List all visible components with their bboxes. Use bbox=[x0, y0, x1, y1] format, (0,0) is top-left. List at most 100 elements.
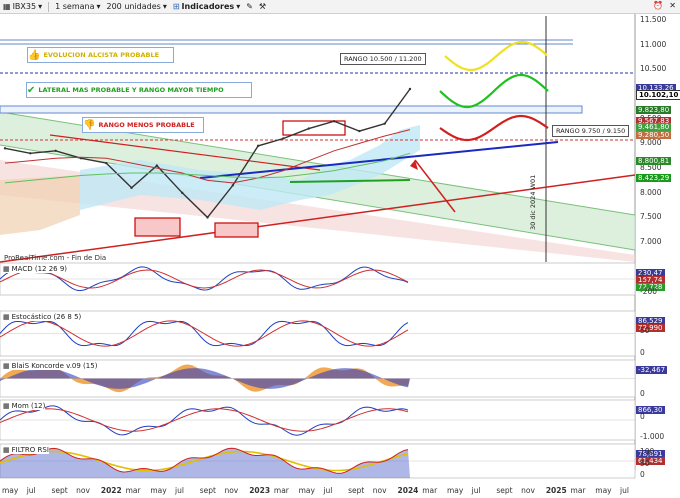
source-label: ProRealTime.com - Fin de Dia bbox=[4, 254, 106, 262]
indicator-tick-label: 50 bbox=[640, 458, 650, 468]
indicator-tick-label: 0 bbox=[640, 389, 645, 398]
annotation-lateral: ✔ LATERAL MAS PROBABLE Y RANGO MAYOR TIE… bbox=[26, 82, 252, 98]
time-tick-label: sept bbox=[199, 486, 216, 495]
grid-icon: ▦ bbox=[3, 313, 10, 321]
time-tick-label: mar bbox=[125, 486, 141, 495]
indicator-label[interactable]: ▦ Mom (12) bbox=[3, 402, 46, 410]
indicator-tick-label: 100 bbox=[640, 447, 655, 457]
time-tick-label: mar bbox=[422, 486, 438, 495]
time-tick-label: sept bbox=[51, 486, 68, 495]
indicator-tick-label: 50 bbox=[640, 325, 650, 335]
price-point bbox=[29, 152, 32, 155]
price-point bbox=[358, 129, 361, 133]
indicator-name: BlaiS Koncorde v.09 (15) bbox=[11, 362, 98, 370]
time-tick-label: jul bbox=[323, 486, 333, 495]
time-tick-label: sept bbox=[496, 486, 513, 495]
time-tick-label: 2023 bbox=[249, 486, 271, 495]
price-tick-label: 7.000 bbox=[640, 237, 662, 247]
support-box-2022b bbox=[214, 222, 259, 238]
rango-bajo-text: RANGO 9.750 / 9.150 bbox=[556, 127, 626, 135]
time-tick-label: may bbox=[595, 486, 612, 495]
annotation-alcista: 👍 EVOLUCION ALCISTA PROBABLE bbox=[27, 47, 174, 63]
time-tick-label: jul bbox=[620, 486, 629, 495]
price-tick-label: 11.000 bbox=[640, 39, 667, 49]
price-tick-label: 8.000 bbox=[640, 187, 662, 197]
time-tick-label: sept bbox=[348, 486, 365, 495]
price-point bbox=[54, 149, 57, 153]
indicator-label[interactable]: ▦ BlaiS Koncorde v.09 (15) bbox=[3, 362, 98, 370]
indicator-tick-label: -1.000 bbox=[640, 432, 665, 441]
grid-icon: ▦ bbox=[3, 362, 10, 370]
date-line-text: 30 dic 2024 W01 bbox=[529, 174, 537, 230]
indicator-tick-label: 0 bbox=[640, 271, 645, 280]
price-tag: 8.423,29 bbox=[636, 174, 672, 182]
price-point bbox=[408, 87, 412, 91]
time-tick-label: 2022 bbox=[100, 486, 122, 495]
rango-alto-text: RANGO 10.500 / 11.200 bbox=[344, 55, 422, 63]
price-point bbox=[231, 184, 235, 187]
time-tick-label: may bbox=[2, 486, 19, 495]
price-point bbox=[256, 144, 260, 148]
indicator-tick-label: 0 bbox=[640, 348, 645, 357]
source-text: ProRealTime.com - Fin de Dia bbox=[4, 254, 107, 262]
indicator-label[interactable]: ▦ MACD (12 26 9) bbox=[3, 265, 68, 273]
price-point bbox=[282, 137, 285, 140]
annotation-menos-text: RANGO MENOS PROBABLE bbox=[98, 121, 195, 129]
indicator-value-tag: -32,467 bbox=[636, 366, 668, 374]
price-point bbox=[307, 127, 310, 130]
thumbs-down-icon: 👎 bbox=[83, 119, 96, 131]
time-tick-label: 2025 bbox=[545, 486, 567, 495]
annotation-lateral-text: LATERAL MAS PROBABLE Y RANGO MAYOR TIEMP… bbox=[38, 86, 224, 94]
price-tag: 8.800,81 bbox=[636, 157, 672, 165]
indicator-name: MACD (12 26 9) bbox=[11, 265, 68, 273]
thumbs-up-icon: 👍 bbox=[28, 49, 41, 61]
price-chart[interactable] bbox=[0, 0, 680, 498]
range-band bbox=[0, 105, 583, 114]
time-tick-label: may bbox=[150, 486, 167, 495]
time-tick-label: nov bbox=[521, 486, 535, 495]
time-tick-label: nov bbox=[76, 486, 90, 495]
grid-icon: ▦ bbox=[3, 402, 10, 410]
price-tag: 9.280,50 bbox=[636, 131, 672, 139]
annotation-menos: 👎 RANGO MENOS PROBABLE bbox=[82, 117, 204, 133]
price-tick-label: 10.500 bbox=[640, 64, 667, 74]
indicator-name: FILTRO RSI bbox=[11, 446, 49, 454]
price-point bbox=[130, 186, 133, 190]
time-tick-label: jul bbox=[471, 486, 481, 495]
price-tick-label: 9.000 bbox=[640, 138, 662, 148]
indicator-label[interactable]: ▦ FILTRO RSI bbox=[3, 446, 49, 454]
grid-icon: ▦ bbox=[3, 265, 10, 273]
indicator-tick-label: -200 bbox=[640, 287, 658, 296]
time-tick-label: mar bbox=[273, 486, 289, 495]
annotation-alcista-text: EVOLUCION ALCISTA PROBABLE bbox=[43, 51, 160, 59]
price-tag: 9.823,80 bbox=[636, 106, 672, 114]
price-point bbox=[180, 191, 184, 194]
time-tick-label: jul bbox=[175, 486, 184, 495]
time-tick-label: jul bbox=[26, 486, 36, 495]
price-tick-label: 11.500 bbox=[640, 15, 667, 24]
support-box-2022 bbox=[134, 217, 181, 237]
price-tick-label: 7.500 bbox=[640, 212, 662, 222]
date-line-label: 30 dic 2024 W01 bbox=[529, 175, 537, 230]
time-tick-label: mar bbox=[570, 486, 586, 495]
price-point bbox=[3, 147, 7, 150]
indicator-name: Estocástico (26 8 5) bbox=[11, 313, 82, 321]
last-price-tag: 10.102,10 bbox=[636, 90, 680, 100]
indicator-name: Mom (12) bbox=[11, 402, 46, 410]
price-point bbox=[105, 161, 108, 165]
price-point bbox=[332, 119, 336, 123]
time-tick-label: may bbox=[298, 486, 315, 495]
time-tick-label: nov bbox=[224, 486, 239, 495]
price-point bbox=[155, 164, 159, 167]
price-tag: 9.461,80 bbox=[636, 123, 672, 131]
rango-bajo-label: RANGO 9.750 / 9.150 bbox=[552, 125, 630, 137]
time-tick-label: nov bbox=[372, 486, 387, 495]
indicator-tick-label: 0 bbox=[640, 470, 645, 479]
time-tick-label: may bbox=[446, 486, 464, 495]
rango-alto-label: RANGO 10.500 / 11.200 bbox=[340, 53, 426, 65]
price-point bbox=[383, 122, 386, 125]
grid-icon: ▦ bbox=[3, 446, 10, 454]
price-point bbox=[206, 216, 209, 219]
time-tick-label: 2024 bbox=[397, 486, 419, 495]
indicator-label[interactable]: ▦ Estocástico (26 8 5) bbox=[3, 313, 82, 321]
